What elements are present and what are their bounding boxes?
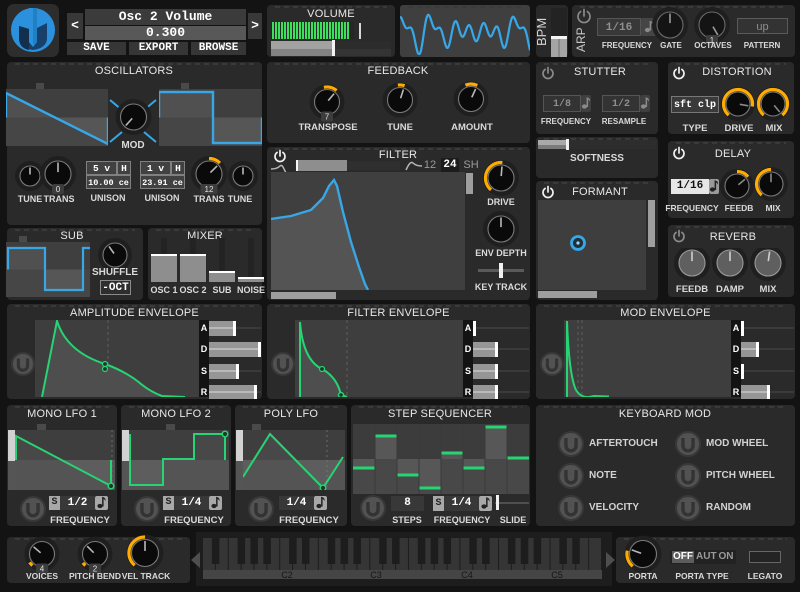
svg-text:C4: C4 (461, 570, 473, 580)
svg-text:7: 7 (325, 113, 330, 122)
svg-text:C2: C2 (281, 570, 293, 580)
svg-text:C3: C3 (370, 570, 382, 580)
svg-text:C5: C5 (551, 570, 563, 580)
svg-text:12: 12 (205, 185, 214, 194)
